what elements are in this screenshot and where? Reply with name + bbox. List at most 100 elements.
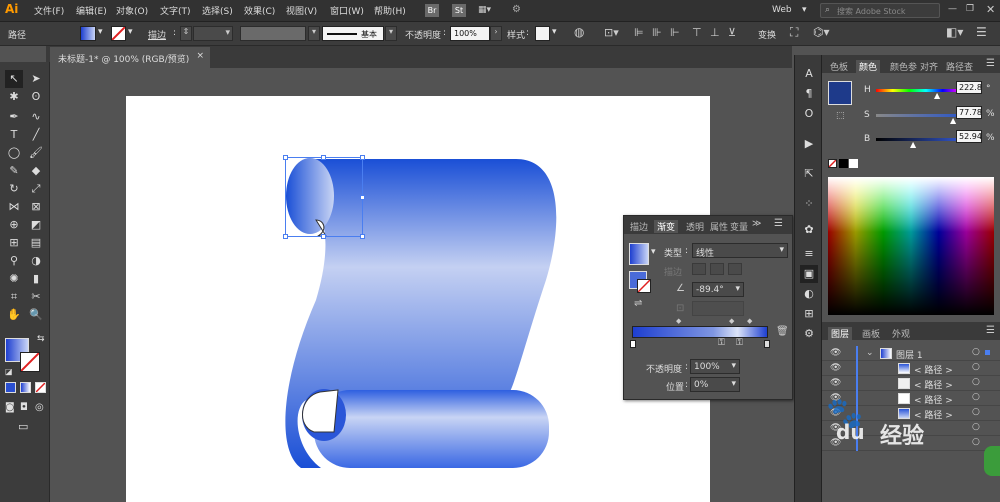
menu-help[interactable]: 帮助(H): [374, 4, 406, 17]
layer-name[interactable]: 图层 1: [896, 348, 923, 361]
stroke-indicator[interactable]: [637, 279, 651, 293]
lasso-tool-icon[interactable]: ʘ: [27, 88, 45, 106]
sublayer-name[interactable]: < 路径 >: [914, 393, 953, 406]
bottom-roll[interactable]: [314, 390, 549, 468]
type-tool-icon[interactable]: T: [5, 126, 23, 144]
graphic-style-swatch[interactable]: [535, 26, 550, 41]
resize-handle[interactable]: [360, 195, 365, 200]
gpu-performance-icon[interactable]: ⚙: [512, 4, 528, 17]
menu-select[interactable]: 选择(S): [202, 4, 233, 17]
layer-row[interactable]: 👁 ⌄ 图层 1 ○: [822, 346, 1000, 361]
menu-edit[interactable]: 编辑(E): [76, 4, 107, 17]
swap-fill-stroke-icon[interactable]: ⇆: [37, 334, 45, 344]
target-icon[interactable]: ○: [972, 422, 980, 432]
actions-panel-icon[interactable]: ▶: [800, 135, 818, 153]
close-tab-icon[interactable]: ×: [196, 51, 204, 61]
tab-stroke[interactable]: 描边: [630, 220, 648, 233]
links-panel-icon[interactable]: ⇱: [800, 165, 818, 183]
stock-search[interactable]: ⌕ 搜索 Adobe Stock: [820, 3, 940, 18]
tab-transparency[interactable]: 透明: [686, 220, 704, 233]
paragraph-panel-icon[interactable]: ¶: [800, 85, 818, 103]
tab-align[interactable]: 对齐: [920, 60, 938, 73]
stop-location-field[interactable]: 0% ▾: [690, 377, 740, 392]
stock-button[interactable]: St: [452, 4, 466, 17]
tab-swatches[interactable]: 色板: [830, 60, 848, 73]
sublayer-name[interactable]: < 路径 >: [914, 363, 953, 376]
tab-pathfinder[interactable]: 路径查: [946, 60, 973, 73]
menu-type[interactable]: 文字(T): [160, 4, 191, 17]
align-bottom-icon[interactable]: ⊻: [728, 26, 736, 39]
arrange-icon[interactable]: ◧▾: [946, 25, 963, 39]
ellipse-tool-icon[interactable]: ◯: [5, 144, 23, 162]
align-left-icon[interactable]: ⊫: [634, 26, 644, 39]
menu-file[interactable]: 文件(F): [34, 4, 64, 17]
tab-layers[interactable]: 图层: [828, 327, 853, 340]
isolate-icon[interactable]: ⛶: [790, 25, 798, 40]
chevron-down-icon[interactable]: ▾: [802, 5, 807, 15]
chevron-down-icon[interactable]: ▾: [308, 26, 320, 41]
panel-menu-icon[interactable]: ☰: [976, 25, 987, 39]
resize-handle[interactable]: [283, 234, 288, 239]
gradient-type-select[interactable]: 线性 ▾: [692, 243, 788, 259]
gradient-stop[interactable]: ⚿: [736, 338, 743, 348]
draw-normal-icon[interactable]: ◙: [5, 402, 15, 413]
stroke-swatch[interactable]: [111, 26, 126, 41]
stop-opacity-field[interactable]: 100% ▾: [690, 359, 740, 374]
brightness-value-field[interactable]: 52.94: [956, 130, 982, 143]
curvature-tool-icon[interactable]: ∿: [27, 108, 45, 126]
width-tool-icon[interactable]: ⋈: [5, 198, 23, 216]
chevron-right-icon[interactable]: ›: [490, 26, 502, 41]
transparency-panel-icon[interactable]: ◐: [800, 285, 818, 303]
stroke-weight-field[interactable]: ▾: [193, 26, 233, 41]
reverse-gradient-icon[interactable]: ⇌: [634, 298, 642, 309]
color-spectrum[interactable]: [828, 177, 994, 315]
bridge-button[interactable]: Br: [425, 4, 439, 17]
current-color-swatch[interactable]: [828, 81, 852, 105]
asset-export-icon[interactable]: ⚙: [800, 325, 818, 343]
out-of-gamut-icon[interactable]: ⬚: [836, 111, 845, 121]
align-to-icon[interactable]: ⊡▾: [604, 26, 619, 39]
recolor-artwork-icon[interactable]: ◍: [574, 25, 584, 39]
target-icon[interactable]: ○: [972, 347, 980, 357]
tab-attributes[interactable]: 属性: [710, 220, 728, 233]
sublayer-row[interactable]: 👁 < 路径 > ○: [822, 361, 1000, 376]
scale-tool-icon[interactable]: ⤢: [27, 180, 45, 198]
brushes-panel-icon[interactable]: ✿: [800, 221, 818, 239]
symbol-sprayer-tool-icon[interactable]: ✺: [5, 270, 23, 288]
hand-tool-icon[interactable]: ✋: [5, 306, 23, 324]
line-tool-icon[interactable]: ╱: [27, 126, 45, 144]
resize-handle[interactable]: [360, 155, 365, 160]
default-colors-icon[interactable]: ◪: [5, 367, 13, 376]
resize-handle[interactable]: [321, 234, 326, 239]
minimize-icon[interactable]: —: [948, 4, 957, 14]
hue-value-field[interactable]: 222.8: [956, 81, 982, 94]
tab-artboards[interactable]: 画板: [862, 327, 880, 340]
resize-handle[interactable]: [360, 234, 365, 239]
gradient-stop[interactable]: [764, 340, 770, 348]
document-tab[interactable]: 未标题-1* @ 100% (RGB/预览) ×: [50, 47, 210, 68]
tab-variables[interactable]: 变量: [730, 220, 748, 233]
arrange-documents-icon[interactable]: ▦▾: [478, 5, 498, 16]
column-graph-tool-icon[interactable]: ▮: [27, 270, 45, 288]
close-icon[interactable]: ✕: [986, 3, 995, 16]
rotate-tool-icon[interactable]: ↻: [5, 180, 23, 198]
sublayer-row[interactable]: 👁 < 路径 > ○: [822, 376, 1000, 391]
fill-swatch[interactable]: [80, 26, 96, 41]
selection-bounding-box[interactable]: [283, 155, 365, 239]
target-icon[interactable]: ○: [972, 437, 980, 447]
opacity-field[interactable]: 100%: [450, 26, 490, 41]
gradient-swatch[interactable]: [629, 243, 649, 265]
gradient-stop[interactable]: [630, 340, 636, 348]
zoom-tool-icon[interactable]: 🔍: [27, 306, 45, 324]
chevron-down-icon[interactable]: ▾: [651, 247, 656, 257]
color-mode-icon[interactable]: [5, 382, 16, 393]
paintbrush-tool-icon[interactable]: 🖌: [27, 144, 45, 162]
blend-tool-icon[interactable]: ◑: [27, 252, 45, 270]
artboard-tool-icon[interactable]: ⌗: [5, 288, 23, 306]
perspective-grid-tool-icon[interactable]: ◩: [27, 216, 45, 234]
gradient-mode-icon[interactable]: [20, 382, 31, 393]
target-icon[interactable]: ○: [972, 377, 980, 387]
menu-view[interactable]: 视图(V): [286, 4, 317, 17]
eyedropper-tool-icon[interactable]: ⚲: [5, 252, 23, 270]
align-center-icon[interactable]: ⊪: [652, 26, 662, 39]
